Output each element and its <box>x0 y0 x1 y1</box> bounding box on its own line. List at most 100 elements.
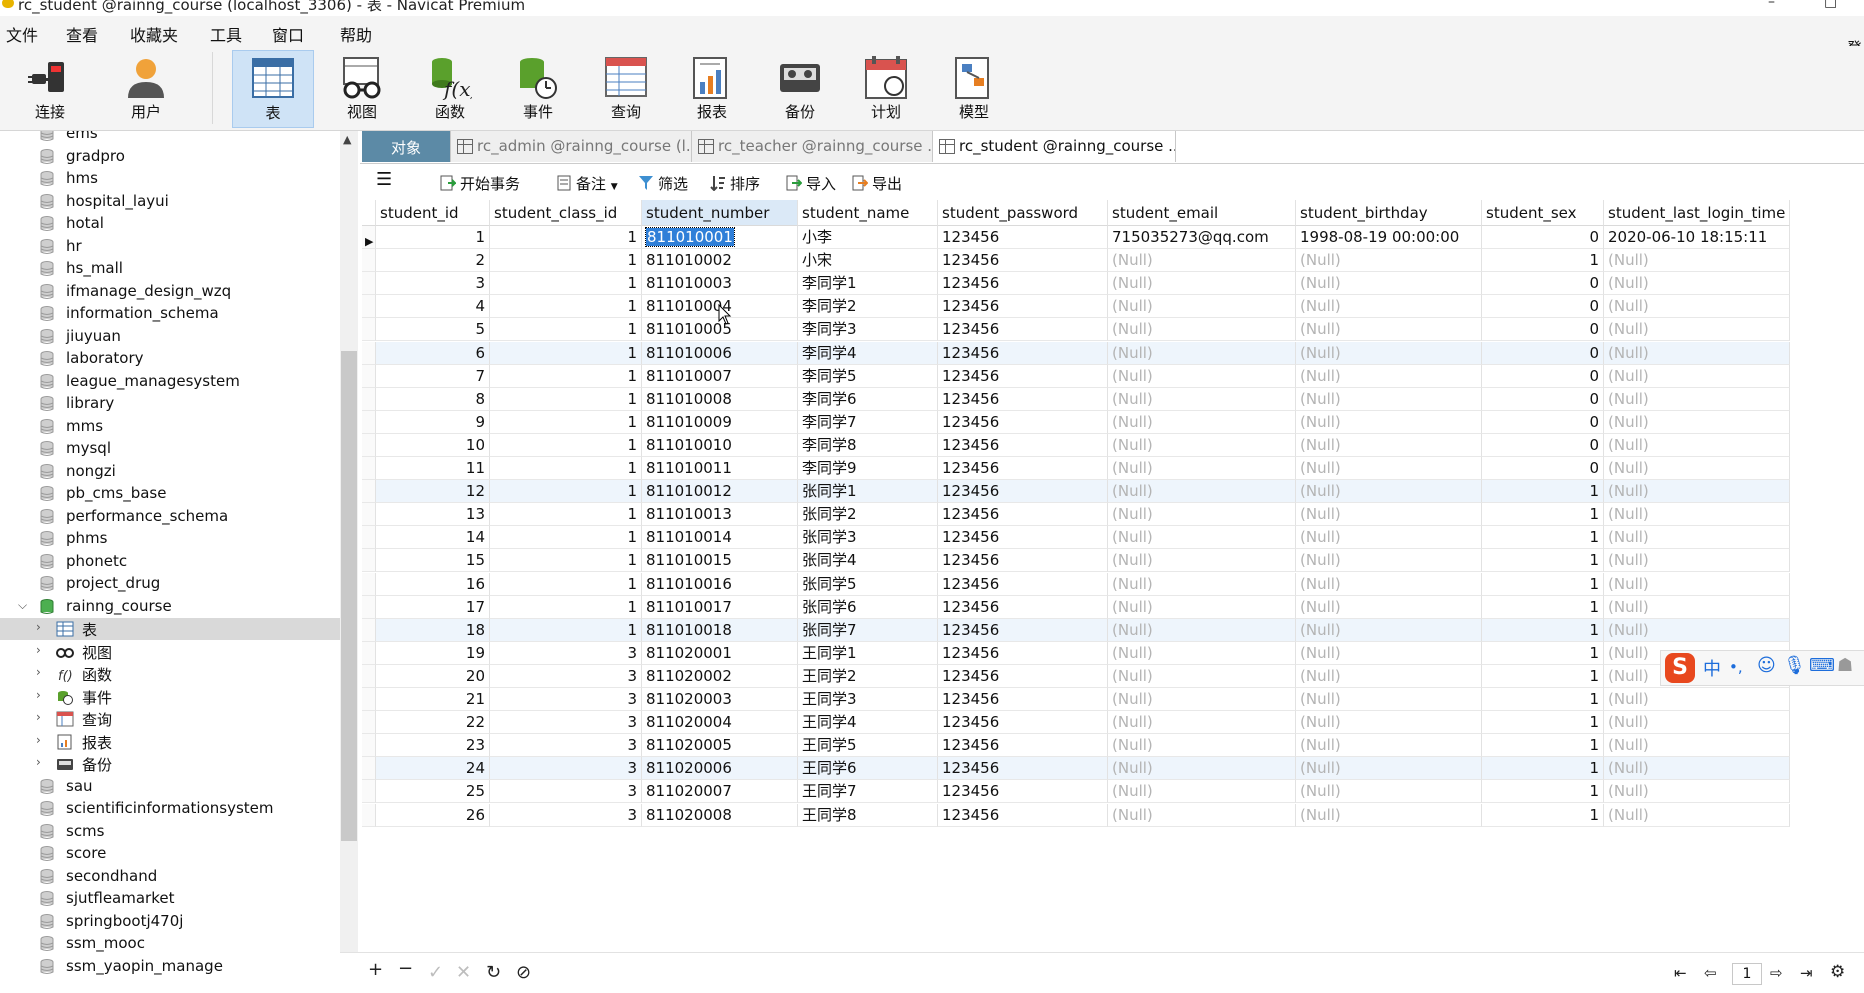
cell-email[interactable]: (Null) <box>1108 734 1296 758</box>
apply-edit-button[interactable]: ✓ <box>428 962 443 983</box>
cell-email[interactable]: (Null) <box>1108 480 1296 504</box>
toolbar-connect-button[interactable]: 连接 <box>10 50 90 126</box>
cell-birthday[interactable]: (Null) <box>1296 572 1482 596</box>
settings-gear-icon[interactable]: ⚙ <box>1830 962 1845 982</box>
column-header-student-birthday[interactable]: student_birthday <box>1296 200 1482 226</box>
cell-number[interactable]: 811020006 <box>642 757 798 781</box>
cell-class[interactable]: 3 <box>490 664 642 688</box>
cell-email[interactable]: (Null) <box>1108 595 1296 619</box>
cell-class[interactable]: 1 <box>490 526 642 550</box>
microphone-icon[interactable]: 🎙 <box>1783 655 1806 676</box>
cell-sex[interactable]: 1 <box>1482 734 1604 758</box>
cell-sex[interactable]: 0 <box>1482 295 1604 319</box>
cell-id[interactable]: 12 <box>376 480 490 504</box>
cell-password[interactable]: 123456 <box>938 295 1108 319</box>
tree-child-table[interactable]: › 表 <box>0 618 340 640</box>
cell-last-login[interactable]: (Null) <box>1604 318 1790 342</box>
row-indicator[interactable] <box>362 249 376 273</box>
cell-number[interactable]: 811020005 <box>642 734 798 758</box>
cell-name[interactable]: 张同学4 <box>798 549 938 573</box>
cell-sex[interactable]: 0 <box>1482 387 1604 411</box>
toolbar-table-button[interactable]: 表 <box>232 50 314 128</box>
table-row[interactable]: 7 1 811010007 李同学5 123456 (Null) (Null) 0 (Null) <box>362 364 1790 388</box>
database-item[interactable]: nongzi <box>0 461 340 483</box>
cell-class[interactable]: 1 <box>490 318 642 342</box>
ime-punctuation[interactable]: •, <box>1729 658 1743 676</box>
cell-birthday[interactable]: (Null) <box>1296 480 1482 504</box>
tree-child-function[interactable]: › f() 函数 <box>0 663 340 685</box>
cell-name[interactable]: 李同学3 <box>798 318 938 342</box>
cell-password[interactable]: 123456 <box>938 503 1108 527</box>
cell-class[interactable]: 3 <box>490 688 642 712</box>
cell-id[interactable]: 23 <box>376 734 490 758</box>
cell-id[interactable]: 20 <box>376 664 490 688</box>
database-item[interactable]: scientificinformationsystem <box>0 798 340 820</box>
cell-birthday[interactable]: (Null) <box>1296 364 1482 388</box>
cell-last-login[interactable]: (Null) <box>1604 433 1790 457</box>
cell-sex[interactable]: 1 <box>1482 618 1604 642</box>
cell-birthday[interactable]: (Null) <box>1296 387 1482 411</box>
cell-name[interactable]: 王同学3 <box>798 688 938 712</box>
cell-email[interactable]: (Null) <box>1108 318 1296 342</box>
column-header-student-email[interactable]: student_email <box>1108 200 1296 226</box>
cell-number[interactable]: 811010001 <box>642 226 798 250</box>
column-header-student-last-login-time[interactable]: student_last_login_time <box>1604 200 1790 226</box>
cell-name[interactable]: 王同学6 <box>798 757 938 781</box>
cell-id[interactable]: 2 <box>376 249 490 273</box>
cell-sex[interactable]: 0 <box>1482 364 1604 388</box>
database-item-open[interactable]: ⌵ rainng_course <box>0 596 340 618</box>
cell-class[interactable]: 3 <box>490 780 642 804</box>
cell-number[interactable]: 811010011 <box>642 457 798 481</box>
database-item[interactable]: hr <box>0 236 340 258</box>
cell-number[interactable]: 811010015 <box>642 549 798 573</box>
cell-name[interactable]: 张同学3 <box>798 526 938 550</box>
cell-last-login[interactable]: (Null) <box>1604 457 1790 481</box>
cell-class[interactable]: 1 <box>490 572 642 596</box>
data-grid[interactable]: student_id student_class_id student_number… <box>362 200 1854 940</box>
database-item[interactable]: score <box>0 843 340 865</box>
cell-number[interactable]: 811010003 <box>642 272 798 296</box>
cell-class[interactable]: 1 <box>490 226 642 250</box>
cell-last-login[interactable]: (Null) <box>1604 295 1790 319</box>
cell-last-login[interactable]: (Null) <box>1604 249 1790 273</box>
table-row[interactable]: 24 3 811020006 王同学6 123456 (Null) (Null) 1 (Null… <box>362 757 1790 781</box>
cell-sex[interactable]: 0 <box>1482 457 1604 481</box>
cell-number[interactable]: 811010009 <box>642 410 798 434</box>
cell-email[interactable]: (Null) <box>1108 803 1296 827</box>
cell-birthday[interactable]: (Null) <box>1296 664 1482 688</box>
cell-password[interactable]: 123456 <box>938 480 1108 504</box>
table-row[interactable]: 10 1 811010010 李同学8 123456 (Null) (Null) 0 (Null… <box>362 433 1790 457</box>
cell-id[interactable]: 21 <box>376 688 490 712</box>
cell-name[interactable]: 李同学1 <box>798 272 938 296</box>
expand-chevron-icon[interactable]: › <box>36 665 41 679</box>
database-item[interactable]: phms <box>0 528 340 550</box>
database-item[interactable]: secondhand <box>0 866 340 888</box>
cell-last-login[interactable]: (Null) <box>1604 503 1790 527</box>
cell-number[interactable]: 811010016 <box>642 572 798 596</box>
cell-password[interactable]: 123456 <box>938 433 1108 457</box>
toolbar-model-button[interactable]: 模型 <box>934 50 1014 126</box>
table-row[interactable]: 15 1 811010015 张同学4 123456 (Null) (Null) 1 (Null… <box>362 549 1790 573</box>
tab-rc-admin[interactable]: rc_admin @rainng_course (l... <box>451 131 692 162</box>
toolbar-view-button[interactable]: 视图 <box>322 50 402 126</box>
cell-password[interactable]: 123456 <box>938 387 1108 411</box>
cell-name[interactable]: 小宋 <box>798 249 938 273</box>
cell-id[interactable]: 13 <box>376 503 490 527</box>
cell-id[interactable]: 8 <box>376 387 490 411</box>
cell-email[interactable]: (Null) <box>1108 503 1296 527</box>
cell-birthday[interactable]: (Null) <box>1296 526 1482 550</box>
cell-birthday[interactable]: (Null) <box>1296 341 1482 365</box>
expand-chevron-icon[interactable]: › <box>36 733 41 747</box>
cell-id[interactable]: 16 <box>376 572 490 596</box>
cell-name[interactable]: 张同学7 <box>798 618 938 642</box>
row-indicator[interactable] <box>362 688 376 712</box>
collapse-chevron-icon[interactable]: ⌵ <box>18 598 27 613</box>
cell-last-login[interactable]: (Null) <box>1604 480 1790 504</box>
cell-birthday[interactable]: (Null) <box>1296 433 1482 457</box>
cell-password[interactable]: 123456 <box>938 272 1108 296</box>
cell-password[interactable]: 123456 <box>938 410 1108 434</box>
user-skin-icon[interactable]: ☗ <box>1837 655 1853 676</box>
cell-class[interactable]: 1 <box>490 364 642 388</box>
cell-last-login[interactable]: (Null) <box>1604 711 1790 735</box>
cell-last-login[interactable]: (Null) <box>1604 757 1790 781</box>
